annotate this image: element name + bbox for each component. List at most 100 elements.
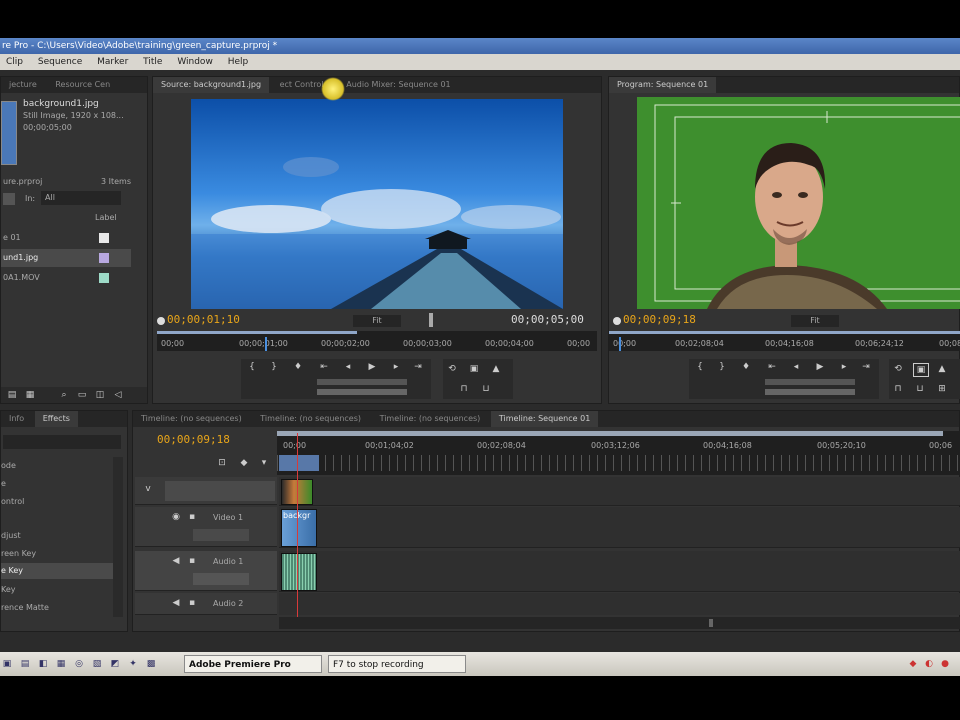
app-icon[interactable]: ▣ <box>0 658 14 670</box>
in-select[interactable]: All <box>41 191 121 205</box>
source-playhead-marker[interactable] <box>157 317 165 325</box>
tray-icon[interactable]: ◐ <box>922 658 936 670</box>
taskbar-recorder[interactable]: F7 to stop recording <box>328 655 466 673</box>
mark-out-icon[interactable]: } <box>715 361 729 373</box>
effects-item[interactable]: djust <box>1 531 21 540</box>
tab-project[interactable]: jecture <box>1 77 45 93</box>
goto-out-icon[interactable]: ⇥ <box>859 361 873 373</box>
tab-source[interactable]: Source: background1.jpg <box>153 77 270 93</box>
effects-scrollbar[interactable] <box>113 457 123 617</box>
program-playhead-marker[interactable] <box>613 317 621 325</box>
find-icon[interactable]: ⌕ <box>57 389 71 401</box>
jog-wheel[interactable] <box>317 389 407 395</box>
effects-item-selected[interactable]: e Key <box>1 563 113 579</box>
new-bin-icon[interactable]: ▭ <box>75 389 89 401</box>
program-work-area-bar[interactable] <box>609 331 960 334</box>
goto-in-icon[interactable]: ⇤ <box>317 361 331 373</box>
marker-icon[interactable]: ◆ <box>237 457 251 469</box>
speaker-icon[interactable]: ◀ <box>169 597 183 609</box>
effects-item[interactable]: rence Matte <box>1 603 49 612</box>
app-icon[interactable]: ◎ <box>72 658 86 670</box>
source-current-time[interactable]: 00;00;01;10 <box>167 313 240 326</box>
menu-marker[interactable]: Marker <box>91 54 134 70</box>
timeline-zoom-bar[interactable] <box>277 431 943 436</box>
effects-item[interactable]: reen Key <box>1 549 36 558</box>
taskbar-premiere[interactable]: Adobe Premiere Pro <box>184 655 322 673</box>
list-item[interactable]: und1.jpg <box>1 249 131 267</box>
tray-icon[interactable]: ◆ <box>906 658 920 670</box>
keyframe-controls[interactable] <box>193 573 249 585</box>
step-back-icon[interactable]: ◂ <box>789 361 803 373</box>
app-icon[interactable]: ◩ <box>108 658 122 670</box>
extract-icon[interactable]: ⊔ <box>913 383 927 395</box>
track-lane-audio-2[interactable] <box>279 593 960 615</box>
shuttle-slider[interactable] <box>765 379 855 385</box>
add-marker-icon[interactable]: ▾ <box>257 457 271 469</box>
clip-video-1[interactable]: backgr <box>281 509 317 547</box>
app-icon[interactable]: ✦ <box>126 658 140 670</box>
app-icon[interactable]: ▤ <box>18 658 32 670</box>
program-time-ruler[interactable]: 00;00 00;02;08;04 00;04;16;08 00;06;24;1… <box>609 331 960 351</box>
tab-timeline-sequence-01[interactable]: Timeline: Sequence 01 <box>490 411 599 427</box>
insert-icon[interactable]: ⊓ <box>457 383 471 395</box>
app-icon[interactable]: ▦ <box>54 658 68 670</box>
play-icon[interactable]: ▶ <box>813 361 827 373</box>
menu-window[interactable]: Window <box>171 54 219 70</box>
source-work-area-bar[interactable] <box>157 331 357 334</box>
search-field[interactable] <box>3 193 15 205</box>
eye-icon[interactable]: ◉ <box>169 511 183 523</box>
timeline-playhead[interactable] <box>297 433 298 623</box>
source-jog-handle[interactable] <box>429 313 433 327</box>
tab-timeline[interactable]: Timeline: (no sequences) <box>252 411 369 427</box>
clear-icon[interactable]: ◁ <box>111 389 125 401</box>
track-target[interactable] <box>165 481 275 501</box>
loop-icon[interactable]: ⟲ <box>445 363 459 375</box>
output-icon[interactable]: ▲ <box>489 363 503 375</box>
output-icon[interactable]: ▲ <box>935 363 949 375</box>
tab-program[interactable]: Program: Sequence 01 <box>609 77 717 93</box>
step-forward-icon[interactable]: ▸ <box>837 361 851 373</box>
tab-info[interactable]: Info <box>1 411 32 427</box>
list-item[interactable]: e 01 <box>1 229 131 247</box>
effects-item[interactable]: ontrol <box>1 497 24 506</box>
menu-clip[interactable]: Clip <box>0 54 29 70</box>
clip-audio-1[interactable] <box>281 553 317 591</box>
effects-item[interactable]: ode <box>1 461 16 470</box>
jog-wheel[interactable] <box>765 389 855 395</box>
tab-effects[interactable]: Effects <box>34 411 78 427</box>
app-icon[interactable]: ▧ <box>90 658 104 670</box>
program-current-time[interactable]: 00;00;09;18 <box>623 313 696 326</box>
menu-sequence[interactable]: Sequence <box>32 54 88 70</box>
tray-icon[interactable]: ● <box>938 658 952 670</box>
timeline-work-area[interactable] <box>279 455 319 471</box>
mark-in-icon[interactable]: { <box>245 361 259 373</box>
label-column-header[interactable]: Label <box>95 213 117 222</box>
effects-item[interactable]: e <box>1 479 6 488</box>
list-view-icon[interactable]: ▤ <box>5 389 19 401</box>
speaker-icon[interactable]: ◀ <box>169 555 183 567</box>
set-marker-icon[interactable]: ♦ <box>739 361 753 373</box>
new-item-icon[interactable]: ◫ <box>93 389 107 401</box>
source-playhead[interactable] <box>265 337 267 351</box>
safe-margins-icon[interactable]: ▣ <box>467 363 481 375</box>
safe-margins-icon[interactable]: ▣ <box>913 363 929 377</box>
menu-help[interactable]: Help <box>222 54 255 70</box>
timeline-ruler[interactable]: 00;00 00;01;04;02 00;02;08;04 00;03;12;0… <box>277 431 960 475</box>
tab-resource-central[interactable]: Resource Cen <box>47 77 118 93</box>
step-back-icon[interactable]: ◂ <box>341 361 355 373</box>
goto-in-icon[interactable]: ⇤ <box>765 361 779 373</box>
tab-audio-mixer[interactable]: Audio Mixer: Sequence 01 <box>338 77 458 93</box>
lift-icon[interactable]: ⊓ <box>891 383 905 395</box>
scroll-handle[interactable] <box>709 619 713 627</box>
track-lane-video-2[interactable] <box>279 477 960 506</box>
eye-icon[interactable]: v <box>141 483 155 495</box>
goto-out-icon[interactable]: ⇥ <box>411 361 425 373</box>
app-icon[interactable]: ◧ <box>36 658 50 670</box>
mark-in-icon[interactable]: { <box>693 361 707 373</box>
lock-icon[interactable]: ▪ <box>185 597 199 609</box>
tab-timeline[interactable]: Timeline: (no sequences) <box>372 411 489 427</box>
lock-icon[interactable]: ▪ <box>185 511 199 523</box>
source-zoom-select[interactable]: Fit <box>353 315 401 327</box>
program-zoom-select[interactable]: Fit <box>791 315 839 327</box>
effects-item[interactable]: Key <box>1 585 16 594</box>
